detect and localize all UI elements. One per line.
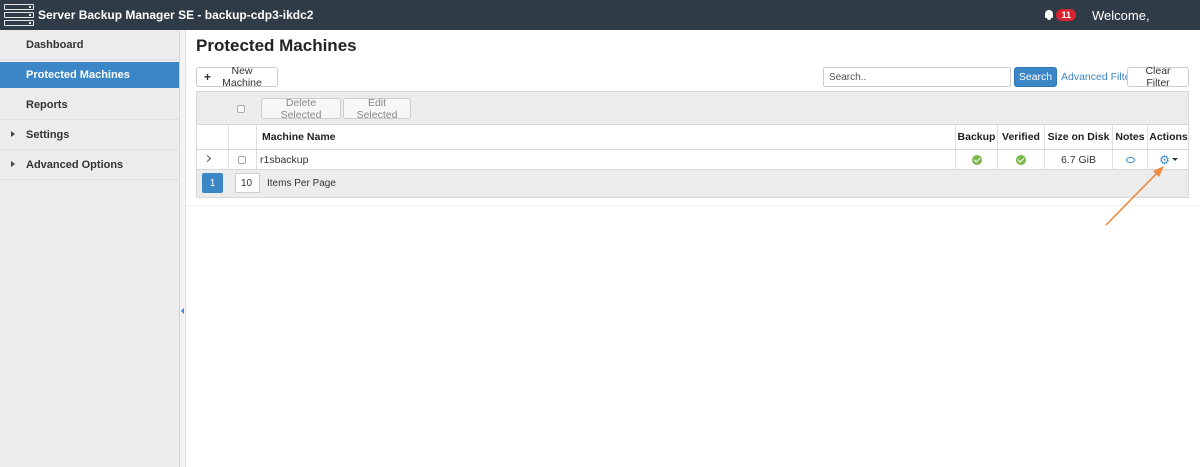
advanced-filter-link[interactable]: Advanced Filter (1061, 71, 1134, 83)
backup-cell (955, 150, 997, 169)
chevron-right-icon[interactable] (203, 154, 212, 163)
items-per-page-input[interactable] (235, 173, 260, 193)
sidebar-item-label: Advanced Options (26, 158, 124, 171)
chevron-left-icon (181, 308, 184, 314)
check-circle-icon (1016, 154, 1026, 165)
page-button[interactable]: 1 (202, 173, 223, 193)
check-circle-icon (971, 154, 982, 165)
edit-selected-button[interactable]: Edit Selected (343, 97, 411, 121)
size-on-disk-cell: 6.7 GiB (1044, 150, 1112, 169)
expand-column-header (197, 125, 228, 149)
sidebar-item-reports[interactable]: Reports (0, 90, 179, 120)
sidebar: Dashboard Protected Machines Reports Set… (0, 30, 180, 467)
app-title: Server Backup Manager SE - backup-cdp3-i… (38, 8, 314, 22)
sidebar-item-advanced-options[interactable]: Advanced Options (0, 150, 179, 180)
clear-filter-button[interactable]: Clear Filter (1127, 65, 1189, 89)
machine-name-cell[interactable]: r1sbackup (256, 150, 955, 169)
sidebar-item-protected-machines[interactable]: Protected Machines (0, 62, 179, 88)
column-header-size-on-disk[interactable]: Size on Disk (1044, 125, 1112, 149)
column-header-machine-name[interactable]: Machine Name (256, 125, 955, 149)
grid-action-bar: Delete Selected Edit Selected (197, 92, 1188, 125)
sidebar-item-label: Dashboard (26, 38, 84, 51)
row-checkbox[interactable] (238, 156, 246, 164)
table-row[interactable]: r1sbackup 6.7 GiB ⚙ (197, 150, 1188, 170)
expand-cell (197, 150, 228, 169)
notes-cell (1112, 150, 1147, 169)
column-header-backup[interactable]: Backup (955, 125, 997, 149)
caret-down-icon[interactable] (1171, 158, 1178, 161)
gear-icon[interactable]: ⚙ (1159, 154, 1170, 166)
page-title: Protected Machines (196, 36, 357, 55)
column-header-notes[interactable]: Notes (1112, 125, 1147, 149)
new-machine-label: New Machine (222, 65, 262, 89)
sidebar-item-settings[interactable]: Settings (0, 120, 179, 150)
toolbar: + New Machine Search Advanced Filter Cle… (196, 65, 1189, 89)
column-header-verified[interactable]: Verified (997, 125, 1044, 149)
server-logo-icon (4, 4, 34, 26)
search-button[interactable]: Search (1014, 67, 1057, 87)
notification-badge[interactable]: 11 (1056, 9, 1076, 21)
top-bar: Server Backup Manager SE - backup-cdp3-i… (0, 0, 1200, 30)
sidebar-item-dashboard[interactable]: Dashboard (0, 30, 179, 60)
grid-pagination: 1 Items Per Page (197, 170, 1188, 197)
column-header-actions: Actions (1147, 125, 1189, 149)
plus-icon: + (204, 70, 212, 84)
select-all-checkbox[interactable] (237, 105, 245, 113)
sidebar-item-label: Settings (26, 128, 70, 141)
sidebar-item-label: Protected Machines (26, 68, 130, 81)
caret-right-icon (11, 131, 15, 137)
comment-icon[interactable] (1125, 156, 1135, 163)
grid-header: Machine Name Backup Verified Size on Dis… (197, 125, 1188, 150)
verified-cell (997, 150, 1044, 169)
checkbox-cell (228, 150, 256, 169)
caret-right-icon (11, 161, 15, 167)
delete-selected-button[interactable]: Delete Selected (261, 97, 341, 121)
new-machine-button[interactable]: + New Machine (196, 65, 278, 89)
sidebar-item-label: Reports (26, 98, 68, 111)
search-input[interactable] (823, 67, 1011, 87)
welcome-user-menu[interactable]: Welcome, (1092, 8, 1200, 23)
machines-grid: Delete Selected Edit Selected Machine Na… (196, 91, 1189, 198)
bell-icon[interactable] (1044, 10, 1054, 20)
divider (186, 205, 1200, 206)
checkbox-column-header (228, 125, 256, 149)
actions-cell: ⚙ (1147, 150, 1189, 169)
main-content: Protected Machines + New Machine Search … (186, 30, 1200, 467)
items-per-page-label: Items Per Page (267, 178, 336, 189)
